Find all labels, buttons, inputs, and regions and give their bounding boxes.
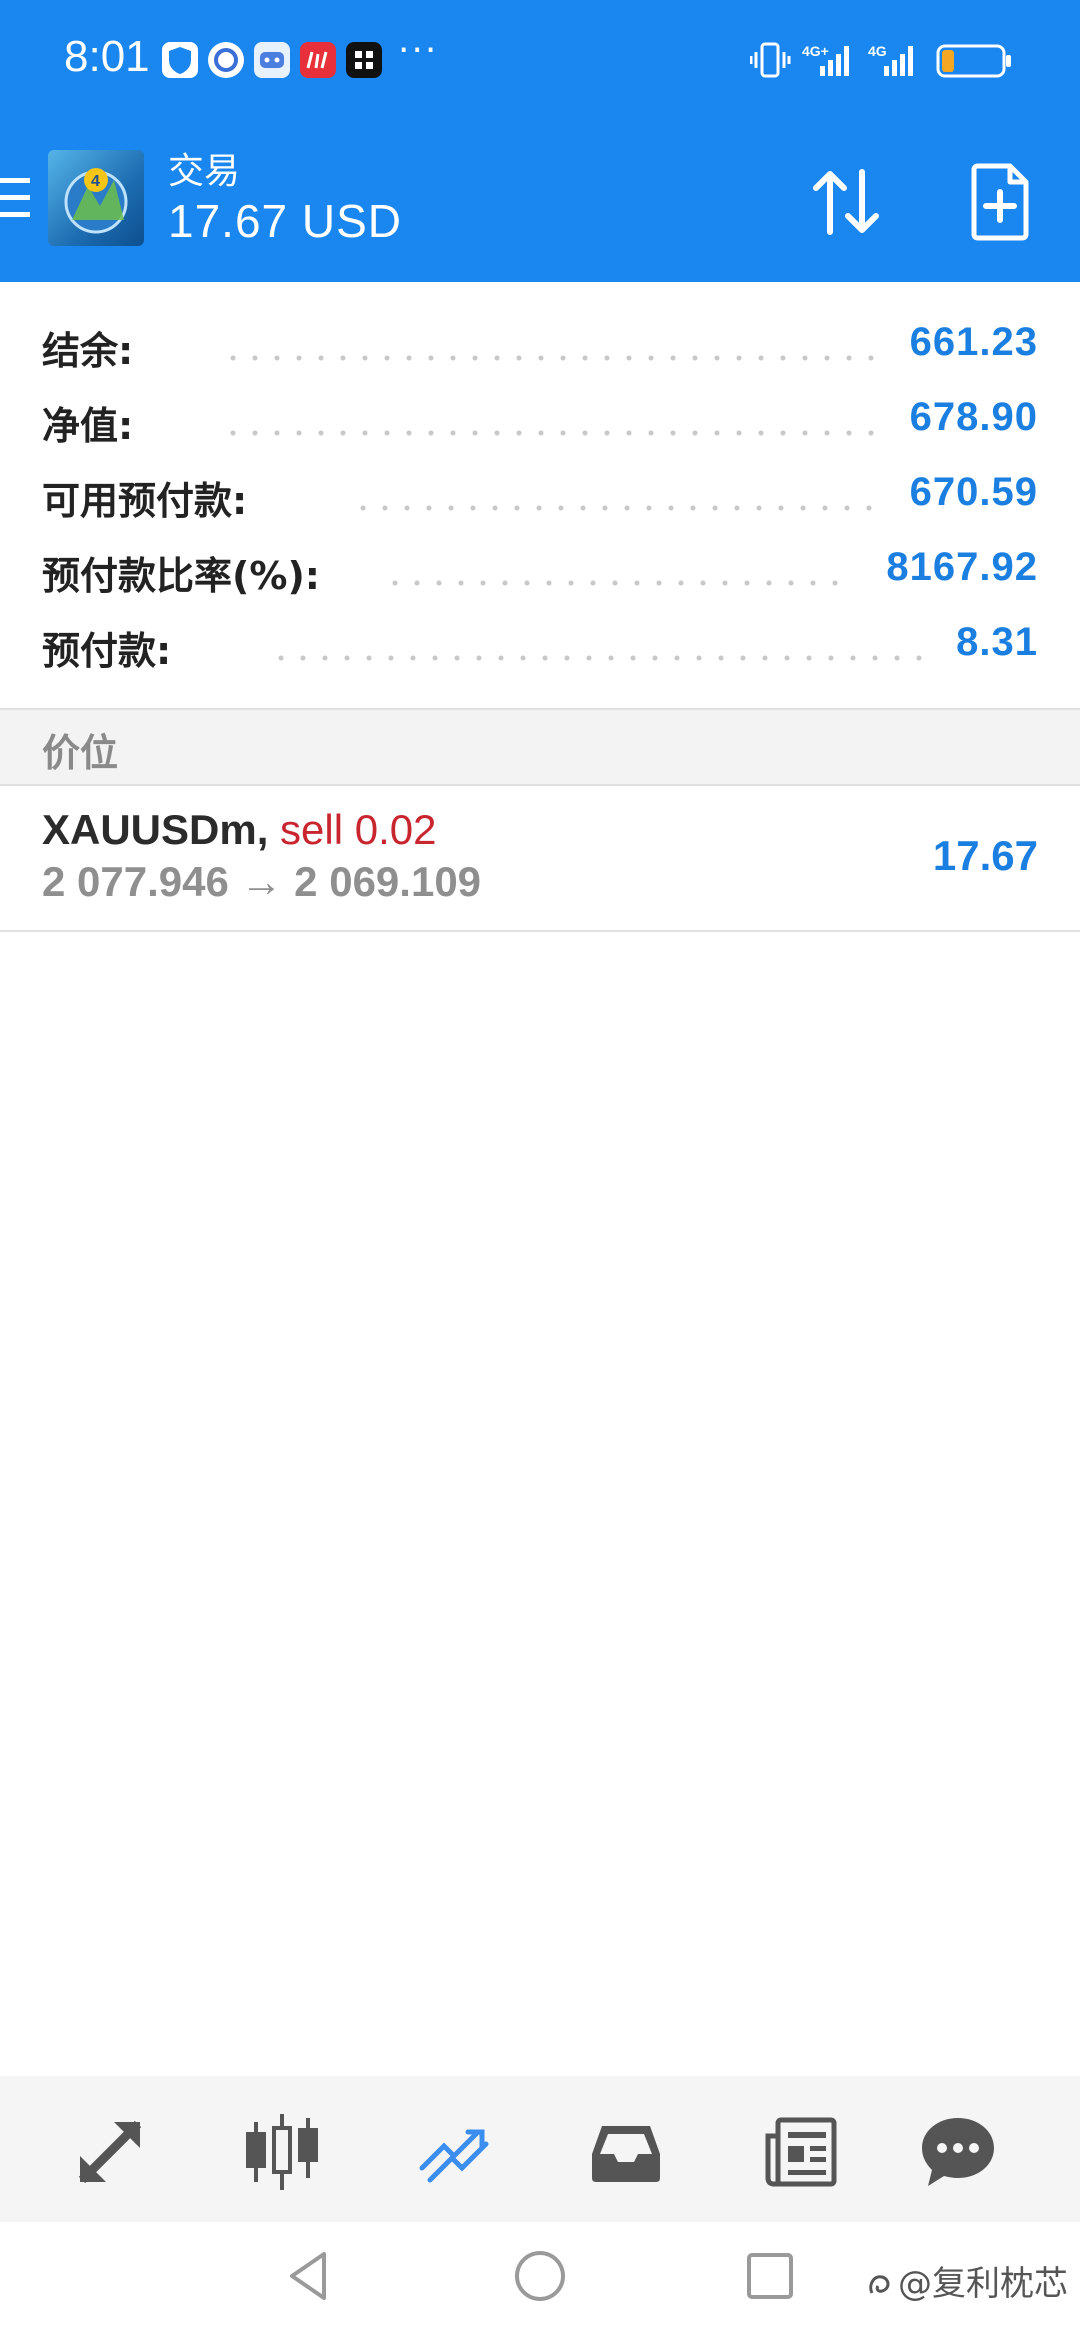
page-title: 交易 [168,151,241,192]
margin-level-label: 预付款比率(%): [42,554,321,598]
dot-leader [352,504,878,512]
equity-value: 678.90 [909,395,1038,439]
quotes-arrows-icon [78,2120,142,2184]
position-symbol: XAUUSDm, [42,806,269,853]
sort-button[interactable] [808,164,884,240]
back-triangle-icon [290,2252,326,2300]
nav-history[interactable] [586,2112,666,2192]
home-button[interactable] [510,2246,570,2306]
nav-news[interactable] [760,2112,840,2192]
summary-row-free-margin: 可用预付款: 670.59 [0,458,1080,532]
balance-label: 结余: [42,329,134,373]
news-icon [765,2117,837,2187]
dot-leader [222,429,888,437]
nav-quotes[interactable] [70,2112,150,2192]
back-button[interactable] [280,2246,340,2306]
metatrader-logo: 4 [48,150,144,246]
positions-section-header: 价位 [0,708,1080,786]
margin-label: 预付款: [42,629,172,673]
free-margin-label: 可用预付款: [42,479,248,523]
dot-leader [270,654,930,662]
status-more: ··· [398,30,439,71]
summary-row-balance: 结余: 661.23 [0,308,1080,382]
signal-icon-2 [884,46,913,76]
app-bar: 4 交易 17.67 USD [0,120,1080,282]
balance-value: 661.23 [909,320,1038,364]
candlestick-chart-icon [246,2114,318,2190]
svg-text:4: 4 [91,173,100,190]
assistant-app-icon [208,42,244,78]
status-time: 8:01 [64,32,150,81]
margin-level-value: 8167.92 [886,545,1038,589]
screen: 8:01 ··· 4G+ 4G 4 交易 17.67 USD 结余: 661.2… [0,0,1080,2340]
watermark: @复利枕芯 [864,2256,1068,2305]
status-bar: 8:01 ··· 4G+ 4G [0,0,1080,120]
recents-square-icon [747,2253,793,2299]
nav-chart[interactable] [242,2112,322,2192]
dot-leader [222,354,888,362]
red-app-icon [300,42,336,78]
robot-app-icon [254,42,290,78]
dot-leader [384,579,854,587]
summary-row-margin: 预付款: 8.31 [0,608,1080,682]
watermark-text: @复利枕芯 [898,2264,1068,2304]
position-title: XAUUSDm, sell 0.02 [42,806,436,854]
trade-trend-icon [419,2129,489,2183]
section-title: 价位 [42,731,119,775]
summary-row-equity: 净值: 678.90 [0,383,1080,457]
chat-bubble-icon [922,2118,994,2186]
recents-button[interactable] [740,2246,800,2306]
bottom-nav [0,2076,1080,2222]
battery-icon [936,44,1011,78]
system-nav-bar: @复利枕芯 [0,2222,1080,2340]
account-summary: 结余: 661.23 净值: 678.90 可用预付款: 670.59 预付款比… [0,282,1080,708]
network-label-2: 4G [868,43,887,59]
menu-icon[interactable] [0,178,30,218]
network-label-1: 4G+ [802,43,829,59]
position-row[interactable]: XAUUSDm, sell 0.02 2 077.946 → 2 069.109… [0,786,1080,932]
top-bar: 8:01 ··· 4G+ 4G 4 交易 17.67 USD [0,0,1080,282]
watermark-logo-icon [869,2275,890,2294]
nav-chat[interactable] [918,2112,998,2192]
new-document-icon [971,163,1029,241]
black-app-icon [346,42,382,78]
shield-app-icon [162,42,198,78]
equity-label: 净值: [42,404,134,448]
margin-value: 8.31 [956,620,1038,664]
position-side: sell 0.02 [280,806,437,853]
position-profit: 17.67 [932,832,1038,879]
sort-arrows-icon [813,169,879,235]
position-prices: 2 077.946 → 2 069.109 [42,858,482,905]
history-inbox-icon [592,2126,660,2182]
status-indicators: 4G+ 4G [749,40,1020,80]
nav-trade[interactable] [414,2112,494,2192]
home-circle-icon [515,2251,565,2301]
summary-row-margin-level: 预付款比率(%): 8167.92 [0,533,1080,607]
new-order-button[interactable] [968,162,1032,242]
total-profit: 17.67 USD [168,195,403,247]
vibrate-icon [749,42,791,78]
free-margin-value: 670.59 [909,470,1038,514]
